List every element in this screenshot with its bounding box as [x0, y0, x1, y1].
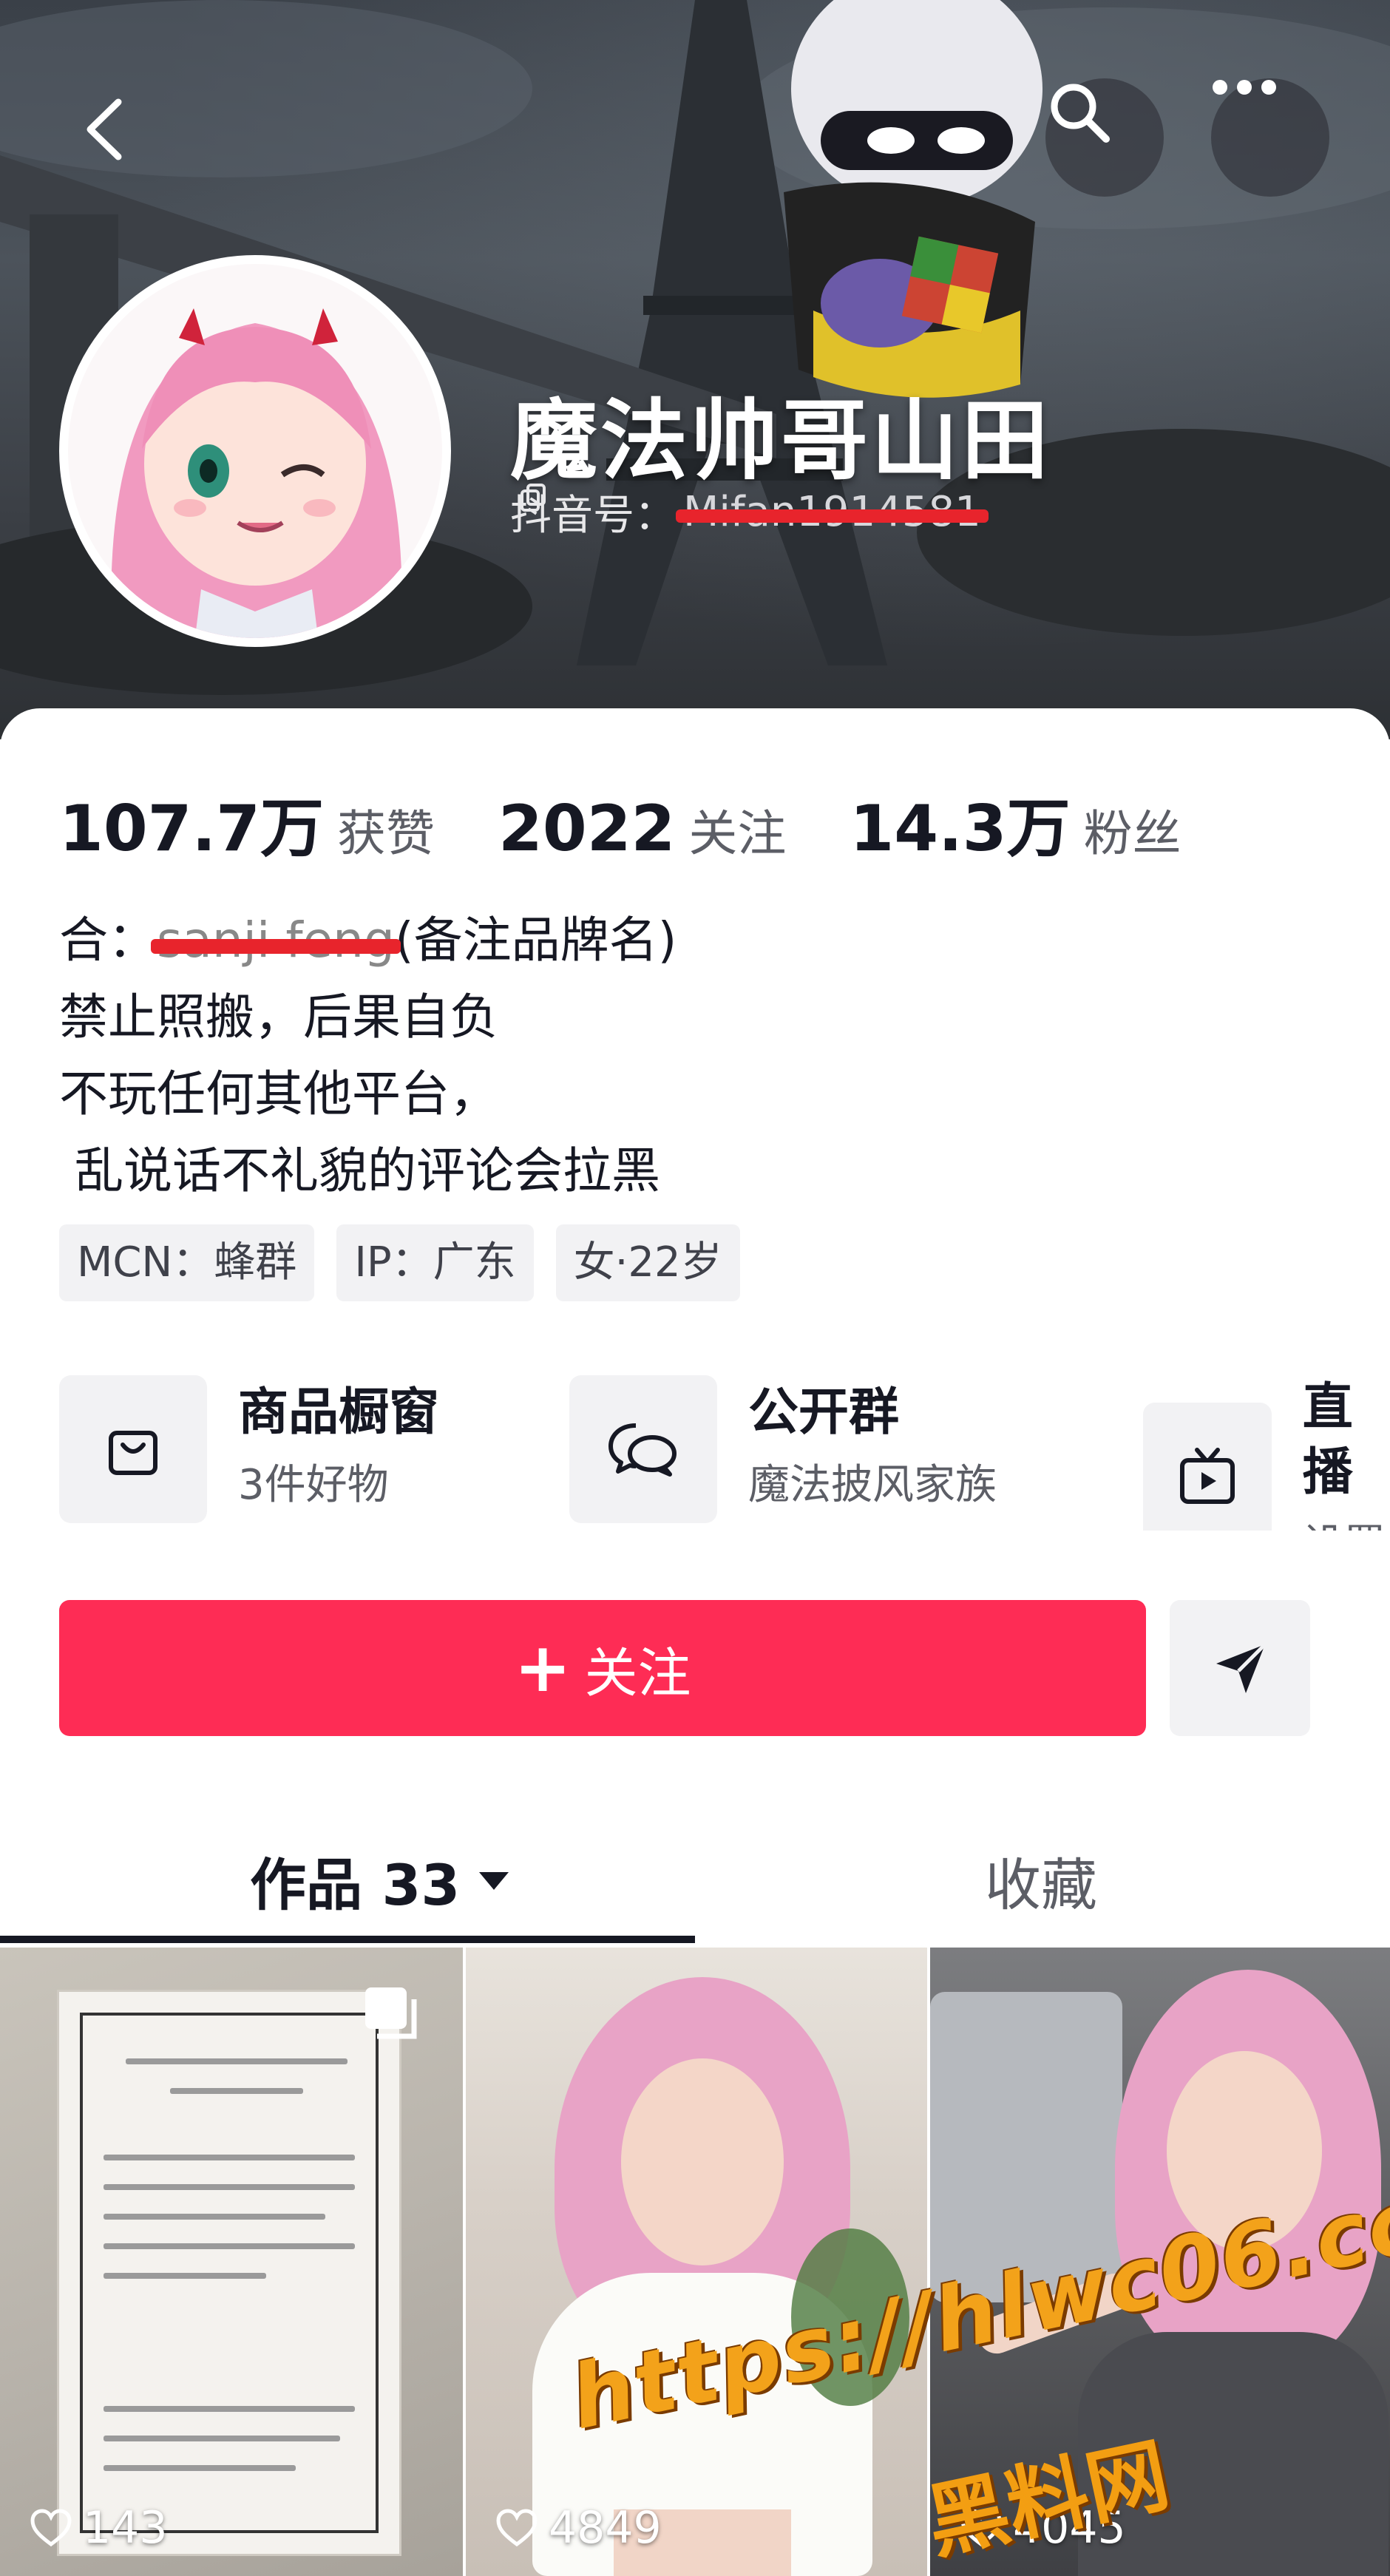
- bio-line: 不玩任何其他平台，: [59, 1065, 498, 1122]
- stat-following[interactable]: 2022 关注: [498, 792, 786, 866]
- service-text: 直播 设置: [1303, 1375, 1390, 1531]
- video-likes: 143: [30, 2502, 168, 2554]
- service-live[interactable]: 直播 设置: [1143, 1375, 1390, 1531]
- heart-icon: [30, 2509, 72, 2547]
- caret-down-icon: [479, 1872, 509, 1890]
- service-public-group[interactable]: 公开群 魔法披风家族: [569, 1375, 997, 1523]
- service-icon-box: [59, 1375, 207, 1523]
- follow-label: 关注: [584, 1641, 691, 1704]
- active-tab-indicator: [0, 1936, 695, 1943]
- service-subtitle: 魔法披风家族: [748, 1461, 997, 1509]
- copy-icon[interactable]: [519, 482, 549, 512]
- services-row: 商品橱窗 3件好物 公开群 魔法披风家族 直播 设置: [59, 1375, 1390, 1531]
- search-button[interactable]: [1045, 78, 1164, 197]
- stat-label: 粉丝: [1083, 805, 1182, 862]
- tag-gender-age: 女·22岁: [555, 1224, 740, 1301]
- tab-works-label: 作品 33: [250, 1852, 461, 1918]
- redaction-mark: [151, 938, 401, 954]
- chevron-left-icon: [87, 98, 122, 160]
- service-subtitle: 设置: [1303, 1513, 1390, 1531]
- video-thumbnail[interactable]: 4849: [466, 1948, 927, 2576]
- share-button[interactable]: [1170, 1600, 1310, 1736]
- service-title: 直播: [1302, 1378, 1353, 1502]
- stat-value: 14.3万: [850, 792, 1071, 866]
- service-text: 公开群 魔法披风家族: [748, 1380, 997, 1518]
- tag-mcn: MCN：蜂群: [59, 1224, 315, 1301]
- stat-likes[interactable]: 107.7万 获赞: [59, 776, 435, 869]
- likes-count: 143: [83, 2502, 168, 2554]
- back-button[interactable]: [81, 96, 155, 177]
- stats-row: 107.7万 获赞 2022 关注 14.3万 粉丝: [59, 776, 1245, 869]
- bio: 合：sanji feng(备注品牌名) 禁止照搬，后果自负 不玩任何其他平台， …: [59, 902, 677, 1210]
- bio-line: 禁止照搬，后果自负: [59, 989, 498, 1045]
- stat-followers[interactable]: 14.3万 粉丝: [850, 776, 1181, 869]
- avatar-illustration: [68, 264, 442, 638]
- service-icon-box: [1143, 1403, 1272, 1531]
- more-button[interactable]: [1211, 78, 1329, 197]
- follow-button[interactable]: + 关注: [59, 1600, 1146, 1736]
- document-photo: [59, 1992, 399, 2554]
- video-thumbnail[interactable]: 143: [0, 1948, 463, 2576]
- profile-banner: 魔法帅哥山田 抖音号： Mifan1914581: [0, 0, 1390, 739]
- chat-group-icon: [608, 1423, 677, 1477]
- tag-ip: IP：广东: [336, 1224, 534, 1301]
- redacted-contact: sanji feng: [151, 902, 401, 979]
- heart-icon: [496, 2509, 538, 2547]
- stat-label: 关注: [688, 805, 787, 862]
- likes-count: 4849: [549, 2502, 662, 2554]
- stat-value: 107.7万: [59, 792, 325, 866]
- avatar[interactable]: [59, 255, 451, 647]
- content-tabs: 作品 33 收藏: [0, 1826, 1390, 1945]
- tab-works[interactable]: 作品 33: [250, 1840, 510, 1921]
- multi-image-icon: [365, 1987, 417, 2039]
- stat-label: 获赞: [337, 805, 435, 862]
- service-title: 公开群: [748, 1383, 900, 1442]
- plus-icon: +: [514, 1628, 572, 1707]
- search-icon: [1051, 84, 1110, 143]
- bio-suffix: (备注品牌名): [394, 912, 677, 969]
- video-likes: 4849: [495, 2502, 662, 2554]
- tab-favorites[interactable]: 收藏: [985, 1840, 1097, 1921]
- stat-value: 2022: [498, 792, 676, 866]
- bio-line: 乱说话不礼貌的评论会拉黑: [59, 1142, 660, 1199]
- service-icon-box: [569, 1375, 717, 1523]
- account-id-row: 抖音号： Mifan1914581: [510, 482, 989, 542]
- bio-prefix: 合：: [59, 912, 157, 969]
- service-title: 商品橱窗: [238, 1383, 440, 1442]
- more-dots-icon: [1213, 80, 1276, 95]
- account-id: Mifan1914581: [676, 488, 989, 536]
- send-icon: [1216, 1643, 1267, 1693]
- tv-icon: [1179, 1448, 1235, 1504]
- redaction-mark: [676, 509, 989, 523]
- service-shop-window[interactable]: 商品橱窗 3件好物: [59, 1375, 439, 1523]
- bio-line: 合：sanji feng(备注品牌名): [59, 902, 677, 979]
- service-text: 商品橱窗 3件好物: [238, 1380, 439, 1518]
- shopping-bag-icon: [109, 1431, 157, 1475]
- profile-tags: MCN：蜂群 IP：广东 女·22岁: [59, 1224, 762, 1301]
- service-subtitle: 3件好物: [238, 1461, 389, 1509]
- nickname: 魔法帅哥山田: [510, 390, 1052, 492]
